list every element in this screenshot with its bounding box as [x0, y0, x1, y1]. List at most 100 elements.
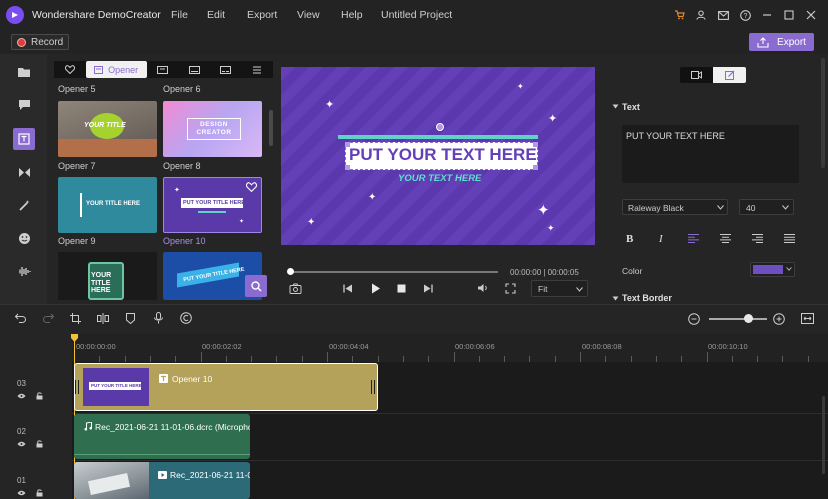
playback-scrubber[interactable]	[291, 271, 498, 273]
menu-help[interactable]: Help	[341, 9, 363, 21]
effects-wand-icon[interactable]	[13, 194, 35, 216]
opener-10-label: Opener 10	[163, 236, 206, 246]
resize-handle[interactable]	[533, 142, 538, 147]
align-left-icon[interactable]	[688, 234, 699, 243]
menu-export[interactable]: Export	[247, 9, 277, 21]
font-size-select[interactable]: 40	[739, 199, 794, 215]
maximize-icon[interactable]	[779, 0, 799, 30]
annotation-icon[interactable]	[13, 94, 35, 116]
library-scrollbar[interactable]	[269, 110, 273, 146]
resize-handle[interactable]	[345, 165, 350, 170]
opener-9-thumbnail[interactable]: YOUR TITLE HERE	[58, 177, 157, 233]
snapshot-icon[interactable]	[289, 283, 302, 294]
fullscreen-icon[interactable]	[505, 283, 516, 294]
color-picker[interactable]	[750, 262, 795, 277]
marker-icon[interactable]	[126, 313, 135, 324]
timeline-scrollbar[interactable]	[822, 396, 825, 474]
captions-icon[interactable]	[180, 312, 192, 324]
eye-icon[interactable]	[17, 393, 26, 399]
thumb-star: ✦	[174, 187, 180, 194]
close-icon[interactable]	[801, 0, 821, 30]
minimize-icon[interactable]	[757, 0, 777, 30]
account-icon[interactable]	[691, 0, 711, 30]
opener-11-thumbnail[interactable]: YOUR TITLE HERE	[58, 252, 157, 300]
expand-triangle-icon[interactable]	[612, 104, 619, 109]
text-captions-icon[interactable]	[13, 128, 35, 150]
tab-subtitles[interactable]	[210, 61, 242, 78]
play-icon[interactable]	[371, 283, 381, 294]
zoom-out-icon[interactable]	[688, 313, 700, 325]
menu-view[interactable]: View	[297, 9, 320, 21]
menu-edit[interactable]: Edit	[207, 9, 225, 21]
clip-trim-handle-left[interactable]	[75, 380, 79, 394]
text-selection-box[interactable]: PUT YOUR TEXT HERE	[345, 142, 538, 170]
transitions-icon[interactable]	[13, 161, 35, 183]
italic-button[interactable]: I	[659, 233, 663, 245]
tab-favorites[interactable]	[54, 61, 86, 78]
tab-video-properties[interactable]	[680, 67, 713, 83]
fit-timeline-icon[interactable]	[801, 313, 814, 324]
opener-tab-icon	[94, 65, 104, 74]
search-button[interactable]	[245, 275, 267, 297]
lock-icon[interactable]	[36, 392, 43, 400]
tab-opener[interactable]: Opener	[85, 61, 147, 78]
timeline-clip-audio[interactable]: Rec_2021-06-21 11-01-06.dcrc (Microphone…	[74, 414, 250, 459]
font-family-select[interactable]: Raleway Black	[622, 199, 728, 215]
search-icon	[250, 280, 262, 292]
properties-scrollbar[interactable]	[821, 58, 825, 168]
resize-handle[interactable]	[533, 165, 538, 170]
lock-icon[interactable]	[36, 489, 43, 497]
opener-10-thumbnail[interactable]: PUT YOUR TITLE HERE ✦ ✦	[163, 177, 262, 233]
tab-titles[interactable]	[147, 61, 179, 78]
split-icon[interactable]	[97, 313, 109, 324]
preview-canvas[interactable]: ✦ ✦ ✦ ✦ ✦ ✦ ✦ PUT YOUR TEXT HERE YOUR TE…	[281, 67, 595, 245]
mail-icon[interactable]	[713, 0, 733, 30]
favorite-heart-icon[interactable]	[246, 182, 257, 192]
zoom-select[interactable]: Fit	[531, 280, 588, 297]
stop-icon[interactable]	[397, 284, 406, 293]
record-button[interactable]: Record	[11, 34, 69, 50]
clip-thumbnail	[74, 462, 149, 499]
opener-7-thumbnail[interactable]: YOUR TITLE	[58, 101, 157, 157]
align-right-icon[interactable]	[752, 234, 763, 243]
cart-icon[interactable]	[669, 0, 689, 30]
resize-handle[interactable]	[345, 142, 350, 147]
bold-button[interactable]: B	[626, 233, 633, 245]
menu-file[interactable]: File	[171, 9, 188, 21]
clip-trim-handle-right[interactable]	[371, 380, 375, 394]
text-content-value: PUT YOUR TEXT HERE	[626, 131, 725, 141]
next-frame-icon[interactable]	[423, 284, 433, 293]
expand-triangle-icon[interactable]	[612, 296, 619, 301]
media-library-icon[interactable]	[13, 61, 35, 83]
tab-text-properties[interactable]	[713, 67, 746, 83]
text-content-field[interactable]: PUT YOUR TEXT HERE	[622, 125, 799, 183]
timeline-clip-video[interactable]: Rec_2021-06-21 11-0	[74, 462, 250, 499]
eye-icon[interactable]	[17, 441, 26, 447]
lock-icon[interactable]	[36, 440, 43, 448]
undo-icon[interactable]	[15, 313, 26, 323]
previous-frame-icon[interactable]	[343, 284, 353, 293]
align-center-icon[interactable]	[720, 234, 731, 243]
opener-8-thumbnail[interactable]: DESIGN CREATOR	[163, 101, 262, 157]
timeline-zoom-slider[interactable]	[709, 318, 767, 320]
align-justify-icon[interactable]	[784, 234, 795, 243]
tab-lower-thirds[interactable]	[178, 61, 210, 78]
redo-icon[interactable]	[43, 313, 54, 323]
rotate-handle[interactable]	[436, 123, 444, 131]
thumb-title: PUT YOUR TITLE HERE	[183, 199, 245, 206]
scrubber-handle[interactable]	[287, 268, 294, 275]
app-title: Wondershare DemoCreator	[32, 9, 161, 21]
eye-icon[interactable]	[17, 490, 26, 496]
timeline-zoom-handle[interactable]	[744, 314, 753, 323]
crop-icon[interactable]	[70, 313, 81, 324]
audio-icon[interactable]	[13, 260, 35, 282]
help-icon[interactable]: ?	[735, 0, 755, 30]
export-button[interactable]: Export	[749, 33, 814, 51]
timeline-clip-opener[interactable]: PUT YOUR TITLE HERE Opener 10	[74, 363, 378, 411]
zoom-in-icon[interactable]	[773, 313, 785, 325]
tab-more[interactable]	[241, 61, 273, 78]
volume-icon[interactable]	[477, 283, 489, 293]
microphone-icon[interactable]	[154, 312, 163, 324]
color-swatch	[753, 265, 783, 274]
stickers-icon[interactable]	[13, 227, 35, 249]
